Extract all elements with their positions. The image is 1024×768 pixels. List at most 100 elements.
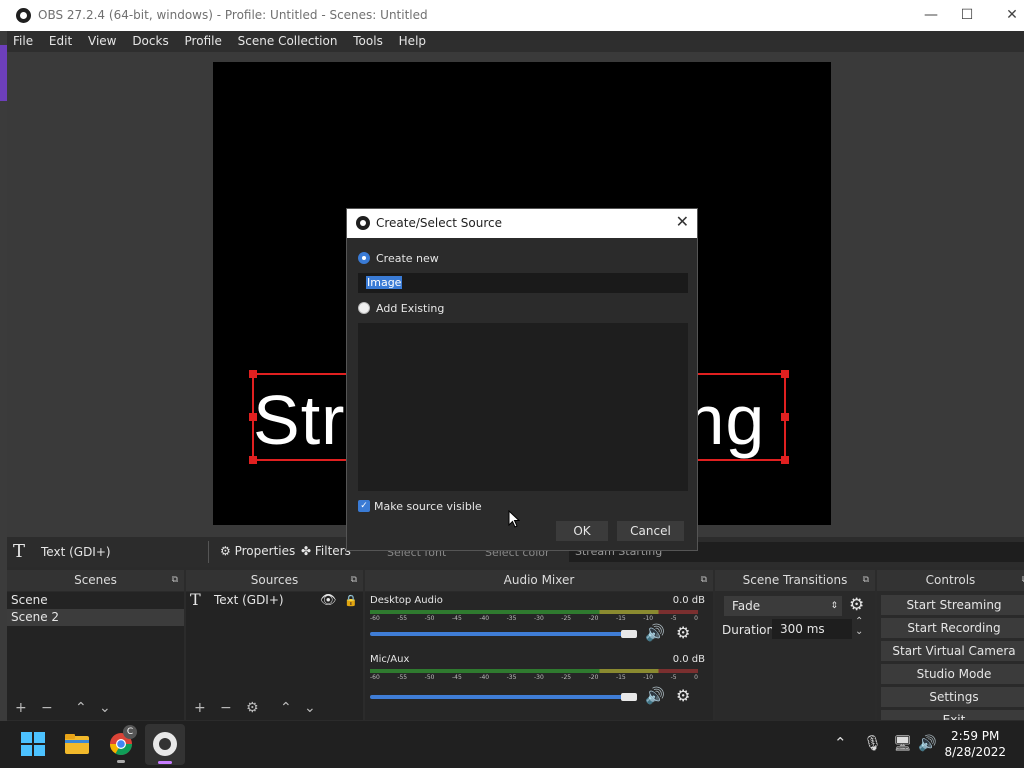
add-icon[interactable]: +	[15, 700, 27, 716]
existing-sources-list[interactable]	[358, 323, 688, 491]
start-recording-button[interactable]: Start Recording	[881, 618, 1024, 638]
meter-ticks: -60 -55 -50 -45 -40 -35 -30 -25 -20 -15 -10 -5 0	[370, 674, 698, 681]
gear-icon[interactable]: ⚙	[849, 595, 864, 615]
remove-icon[interactable]: −	[220, 700, 232, 716]
chevron-up-icon[interactable]: ⌃	[834, 734, 847, 752]
resize-handle[interactable]	[249, 413, 257, 421]
resize-handle[interactable]	[781, 456, 789, 464]
speaker-icon[interactable]: 🔊	[645, 686, 665, 705]
exit-button[interactable]: Exit	[881, 710, 1024, 720]
left-strip	[0, 31, 7, 721]
transition-select[interactable]: Fade ⇕	[724, 596, 842, 616]
popout-icon[interactable]: ⧉	[172, 570, 178, 591]
meter-tick-label: -40	[479, 615, 490, 622]
clock[interactable]: 2:59 PM 8/28/2022	[944, 728, 1006, 760]
scene-item[interactable]: Scene	[7, 592, 184, 609]
gear-icon[interactable]: ⚙	[676, 623, 690, 642]
add-icon[interactable]: +	[194, 700, 206, 716]
studio-mode-button[interactable]: Studio Mode	[881, 664, 1024, 684]
menu-scene-collection[interactable]: Scene Collection	[232, 31, 344, 52]
speaker-icon[interactable]: 🔊	[645, 623, 665, 642]
file-explorer-icon[interactable]	[64, 731, 90, 757]
add-existing-label[interactable]: Add Existing	[376, 302, 444, 315]
audio-mixer-body: Desktop Audio 0.0 dB -60 -55 -50 -45 -40 -35-…	[365, 592, 713, 720]
scenes-dock: Scenes ⧉ Scene Scene 2 + − ⌃ ⌄	[7, 570, 184, 720]
move-up-icon[interactable]: ⌃	[75, 700, 87, 716]
resize-handle[interactable]	[249, 456, 257, 464]
scenes-list: Scene Scene 2	[7, 592, 184, 720]
dialog-title-bar: Create/Select Source ✕	[347, 209, 697, 238]
filters-button[interactable]: ✤ Filters	[301, 544, 351, 558]
active-indicator	[158, 761, 172, 764]
menu-file[interactable]: File	[7, 31, 39, 52]
obs-taskbar-button[interactable]	[145, 724, 185, 765]
close-icon[interactable]: ✕	[676, 212, 689, 231]
resize-handle[interactable]	[781, 413, 789, 421]
microphone-icon[interactable]: 🎙	[863, 734, 882, 752]
meter-tick-label: -45	[451, 615, 462, 622]
text-source-icon: T	[13, 541, 26, 562]
meter-tick-label: -45	[451, 674, 462, 681]
lock-icon[interactable]: 🔒	[344, 592, 358, 609]
divider	[208, 541, 209, 563]
duration-input[interactable]: 300 ms	[772, 619, 852, 639]
move-down-icon[interactable]: ⌄	[304, 700, 316, 716]
meter-tick-label: -20	[588, 615, 599, 622]
dialog-title: Create/Select Source	[376, 216, 502, 230]
resize-handle[interactable]	[781, 370, 789, 378]
popout-icon[interactable]: ⧉	[701, 570, 707, 591]
make-visible-checkbox[interactable]: ✓	[358, 500, 370, 512]
volume-slider-knob[interactable]	[621, 630, 637, 638]
volume-icon[interactable]: 🔊	[918, 734, 937, 752]
network-icon[interactable]: 🖥	[893, 734, 912, 752]
menu-bar: File Edit View Docks Profile Scene Colle…	[7, 31, 1024, 52]
properties-button[interactable]: ⚙ Properties	[220, 544, 295, 558]
start-virtual-camera-button[interactable]: Start Virtual Camera	[881, 641, 1024, 661]
source-name-value: Image	[366, 276, 403, 289]
windows-start-icon[interactable]	[20, 731, 46, 757]
cancel-button[interactable]: Cancel	[617, 521, 684, 541]
settings-button[interactable]: Settings	[881, 687, 1024, 707]
popout-icon[interactable]: ⧉	[863, 570, 869, 591]
menu-edit[interactable]: Edit	[43, 31, 78, 52]
duration-stepper[interactable]: ⌃ ⌄	[855, 617, 863, 637]
meter-ticks: -60 -55 -50 -45 -40 -35 -30 -25 -20 -15 -10 -5 0	[370, 615, 698, 622]
menu-docks[interactable]: Docks	[126, 31, 174, 52]
minimize-button[interactable]: —	[914, 4, 948, 26]
meter-tick-label: -10	[643, 674, 654, 681]
source-name-input[interactable]: Image	[358, 273, 688, 293]
scene-item[interactable]: Scene 2	[7, 609, 184, 626]
ok-button[interactable]: OK	[556, 521, 608, 541]
channel-name: Mic/Aux	[370, 654, 410, 665]
maximize-button[interactable]: ☐	[950, 4, 984, 26]
popout-icon[interactable]: ⧉	[351, 570, 357, 591]
menu-help[interactable]: Help	[393, 31, 432, 52]
make-visible-label[interactable]: Make source visible	[374, 500, 482, 513]
menu-view[interactable]: View	[82, 31, 122, 52]
add-existing-radio[interactable]	[358, 302, 370, 314]
create-new-label[interactable]: Create new	[376, 252, 439, 265]
move-up-icon[interactable]: ⌃	[280, 700, 292, 716]
create-new-radio[interactable]	[358, 252, 370, 264]
scenes-footer: + − ⌃ ⌄	[7, 700, 184, 720]
eye-icon[interactable]: 👁	[320, 592, 337, 609]
resize-handle[interactable]	[249, 370, 257, 378]
remove-icon[interactable]: −	[41, 700, 53, 716]
menu-profile[interactable]: Profile	[179, 31, 228, 52]
obs-logo-icon	[356, 216, 370, 230]
gear-icon[interactable]: ⚙	[246, 700, 259, 716]
scene-transitions-dock: Scene Transitions ⧉ Fade ⇕ ⚙ Duration 300…	[715, 570, 875, 720]
meter-tick-label: -25	[561, 674, 572, 681]
controls-header: Controls⧉	[877, 570, 1024, 591]
menu-tools[interactable]: Tools	[347, 31, 389, 52]
start-streaming-button[interactable]: Start Streaming	[881, 595, 1024, 615]
volume-slider[interactable]	[370, 695, 636, 699]
gear-icon[interactable]: ⚙	[676, 686, 690, 705]
close-window-button[interactable]: ✕	[995, 4, 1024, 26]
source-item[interactable]: T Text (GDI+) 👁 🔒	[186, 591, 363, 609]
chrome-icon[interactable]: C	[108, 725, 137, 763]
volume-slider-knob[interactable]	[621, 693, 637, 701]
scenes-title: Scenes	[74, 573, 117, 587]
move-down-icon[interactable]: ⌄	[99, 700, 111, 716]
volume-slider[interactable]	[370, 632, 636, 636]
